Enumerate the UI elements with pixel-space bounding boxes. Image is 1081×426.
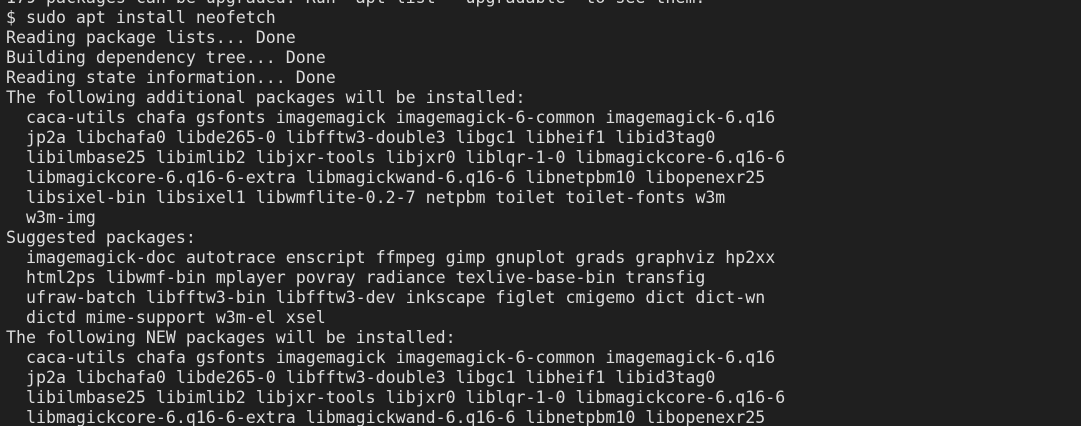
scrollbar-track[interactable] bbox=[1073, 0, 1081, 426]
terminal-line: Suggested packages: bbox=[6, 228, 196, 247]
terminal-line: Building dependency tree... Done bbox=[6, 48, 326, 67]
terminal-line: libilmbase25 libimlib2 libjxr-tools libj… bbox=[6, 148, 786, 167]
terminal-line: libilmbase25 libimlib2 libjxr-tools libj… bbox=[6, 388, 786, 407]
terminal-line: w3m-img bbox=[6, 208, 96, 227]
terminal-line: libsixel-bin libsixel1 libwmflite-0.2-7 … bbox=[6, 188, 726, 207]
terminal-line: Reading state information... Done bbox=[6, 68, 336, 87]
terminal-line: caca-utils chafa gsfonts imagemagick ima… bbox=[6, 348, 776, 367]
terminal-line: Reading package lists... Done bbox=[6, 28, 296, 47]
terminal-line: libmagickcore-6.q16-6-extra libmagickwan… bbox=[6, 168, 766, 187]
command-prompt-line: $ sudo apt install neofetch bbox=[6, 8, 276, 27]
terminal-line: dictd mime-support w3m-el xsel bbox=[6, 308, 326, 327]
terminal-line: jp2a libchafa0 libde265-0 libfftw3-doubl… bbox=[6, 368, 716, 387]
terminal-output: 179 packages can be upgraded. Run 'apt l… bbox=[6, 0, 1066, 426]
terminal-line: jp2a libchafa0 libde265-0 libfftw3-doubl… bbox=[6, 128, 716, 147]
terminal-line: libmagickcore-6.q16-6-extra libmagickwan… bbox=[6, 408, 766, 426]
terminal-window[interactable]: 179 packages can be upgraded. Run 'apt l… bbox=[0, 0, 1081, 426]
terminal-line: 179 packages can be upgraded. Run 'apt l… bbox=[6, 0, 1066, 8]
terminal-line: caca-utils chafa gsfonts imagemagick ima… bbox=[6, 108, 776, 127]
terminal-line: The following additional packages will b… bbox=[6, 88, 526, 107]
terminal-line: ufraw-batch libfftw3-bin libfftw3-dev in… bbox=[6, 288, 766, 307]
terminal-line: The following NEW packages will be insta… bbox=[6, 328, 456, 347]
terminal-line: imagemagick-doc autotrace enscript ffmpe… bbox=[6, 248, 776, 267]
terminal-line: html2ps libwmf-bin mplayer povray radian… bbox=[6, 268, 706, 287]
